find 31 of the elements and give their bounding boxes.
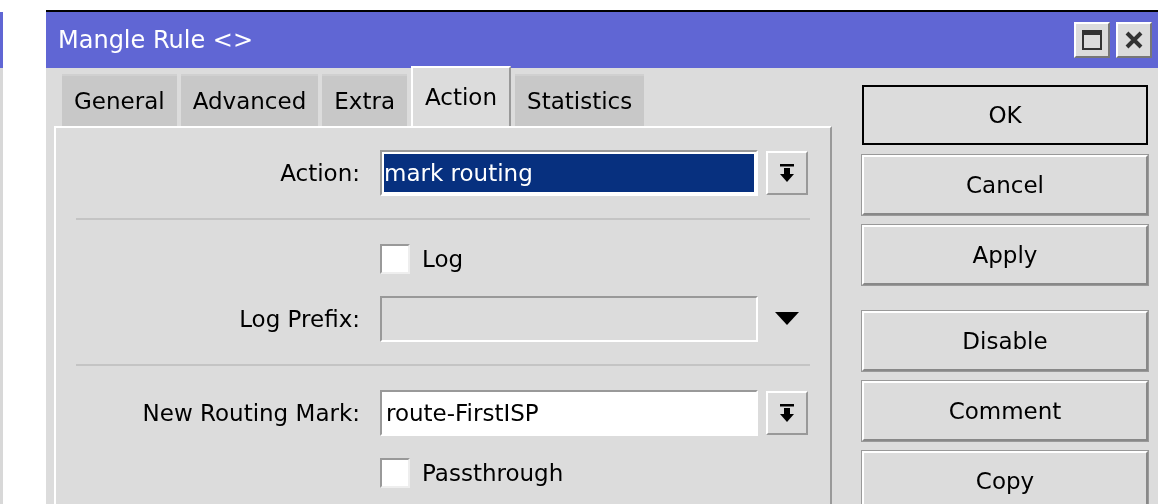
window-title: Mangle Rule <> [58, 26, 253, 54]
maximize-button[interactable] [1074, 22, 1110, 58]
dropdown-triangle-icon [775, 312, 799, 326]
dialog-button[interactable]: Apply [862, 225, 1148, 285]
tab[interactable]: Action [411, 66, 512, 126]
checkbox[interactable] [380, 458, 410, 488]
tab[interactable]: Extra [322, 74, 407, 126]
text-field[interactable] [380, 296, 758, 342]
dropdown-button[interactable] [766, 391, 808, 435]
field-label: Log Prefix: [239, 306, 360, 332]
tab[interactable]: Advanced [180, 74, 319, 126]
close-icon [1124, 30, 1144, 50]
dialog-button[interactable]: OK [862, 85, 1148, 145]
maximize-icon [1081, 29, 1103, 51]
dropdown-field[interactable]: mark routing [380, 150, 758, 196]
checkbox-label: Passthrough [422, 460, 564, 486]
tab[interactable]: Statistics [515, 74, 645, 126]
dialog-button[interactable]: Disable [862, 311, 1148, 371]
dialog-button[interactable]: Copy [862, 451, 1148, 504]
close-button[interactable] [1116, 22, 1152, 58]
dialog-button[interactable]: Comment [862, 381, 1148, 441]
down-arrow-icon [778, 163, 796, 183]
checkbox-label: Log [422, 246, 464, 272]
dialog-button[interactable]: Cancel [862, 155, 1148, 215]
dropdown-field[interactable]: route-FirstISP [380, 390, 758, 436]
field-label: Action: [280, 160, 360, 186]
down-arrow-icon [778, 403, 796, 423]
checkbox[interactable] [380, 244, 410, 274]
field-label: New Routing Mark: [142, 400, 360, 426]
dropdown-button[interactable] [766, 151, 808, 195]
tab[interactable]: General [62, 74, 177, 126]
